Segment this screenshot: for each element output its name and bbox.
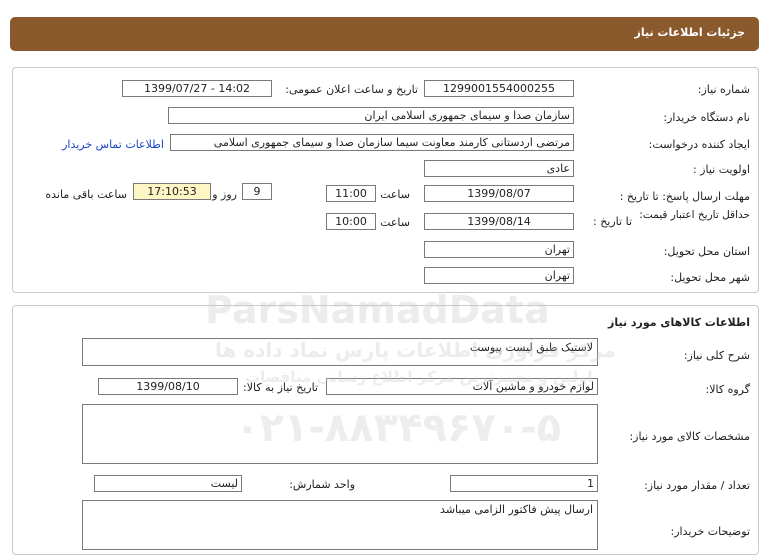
validity-to-date-label: تا تاریخ : — [593, 215, 632, 228]
city-label: شهر محل تحویل: — [670, 271, 750, 284]
send-time-field: 11:00 — [326, 185, 376, 202]
goods-section-title: اطلاعات کالاهای مورد نیاز — [608, 316, 750, 329]
send-time-label: ساعت — [380, 188, 410, 201]
min-validity-label: حداقل تاریخ اعتبار قیمت: — [639, 209, 750, 221]
send-deadline-label: مهلت ارسال پاسخ: تا تاریخ : — [619, 190, 750, 203]
buyer-org-field: سازمان صدا و سیمای جمهوری اسلامی ایران — [168, 107, 574, 124]
city-field: تهران — [424, 267, 574, 284]
need-number-field: 1299001554000255 — [424, 80, 574, 97]
remaining-days-field: 9 — [242, 183, 272, 200]
buyer-contact-link[interactable]: اطلاعات تماس خریدار — [62, 138, 164, 151]
requester-label: ایجاد کننده درخواست: — [648, 138, 750, 151]
page-title: جزئیات اطلاعات نیاز — [634, 26, 746, 39]
send-date-field: 1399/08/07 — [424, 185, 574, 202]
need-date-field: 1399/08/10 — [98, 378, 238, 395]
page-header: جزئیات اطلاعات نیاز — [10, 17, 759, 51]
remaining-time-field: 17:10:53 — [133, 183, 211, 200]
buyer-org-label: نام دستگاه خریدار: — [663, 111, 750, 124]
province-field: تهران — [424, 241, 574, 258]
buyer-notes-label: توضیحات خریدار: — [670, 525, 751, 538]
announce-label: تاریخ و ساعت اعلان عمومی: — [285, 83, 418, 96]
need-date-label: تاریخ نیاز به کالا: — [243, 381, 318, 394]
specs-label: مشخصات کالای مورد نیاز: — [629, 430, 750, 443]
goods-group-label: گروه کالا: — [705, 383, 750, 396]
need-details-panel — [12, 67, 759, 293]
province-label: استان محل تحویل: — [663, 245, 750, 258]
goods-group-field: لوازم خودرو و ماشین آلات — [326, 378, 598, 395]
need-number-label: شماره نیاز: — [697, 83, 750, 96]
requester-field: مرتضی اردستانی کارمند معاونت سیما سازمان… — [170, 134, 574, 151]
announce-field: 1399/07/27 - 14:02 — [122, 80, 272, 97]
priority-field: عادی — [424, 160, 574, 177]
summary-field: لاستیک طبق لیست پیوست — [82, 338, 598, 366]
validity-date-field: 1399/08/14 — [424, 213, 574, 230]
remaining-label: ساعت باقی مانده — [45, 188, 127, 201]
summary-label: شرح کلی نیاز: — [683, 349, 750, 362]
unit-label: واحد شمارش: — [289, 478, 355, 491]
validity-time-field: 10:00 — [326, 213, 376, 230]
days-label: روز و — [212, 188, 237, 201]
qty-label: تعداد / مقدار مورد نیاز: — [644, 479, 750, 492]
unit-field: لیست — [94, 475, 242, 492]
priority-label: اولویت نیاز : — [692, 163, 750, 176]
qty-field: 1 — [450, 475, 598, 492]
specs-field — [82, 404, 598, 464]
buyer-notes-field: ارسال پیش فاکتور الزامی میباشد — [82, 500, 598, 550]
validity-time-label: ساعت — [380, 216, 410, 229]
